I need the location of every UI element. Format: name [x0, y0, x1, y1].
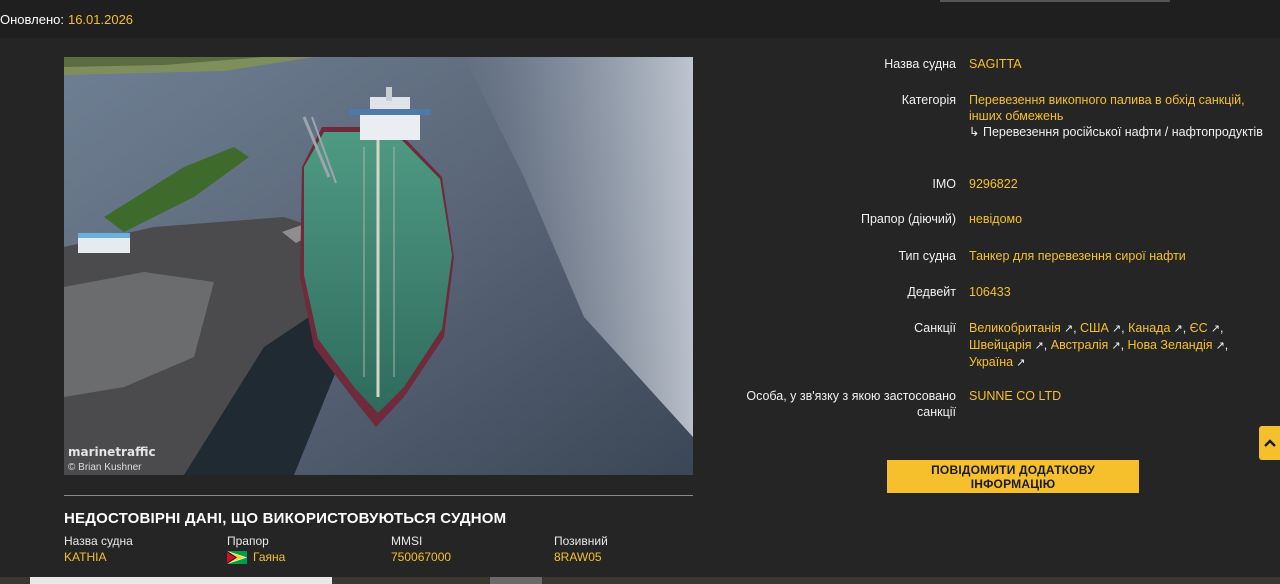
sanctioned-person-value[interactable]: SUNNE CO LTD: [969, 388, 1269, 404]
sanctions-list: Великобританія ↗, США ↗, Канада ↗, ЄС ↗,…: [969, 321, 1229, 369]
sanction-link-ukraine[interactable]: Україна: [969, 355, 1013, 369]
category-value-wrap: Перевезення викопного палива в обхід сан…: [969, 92, 1269, 140]
sanction-link-uk[interactable]: Великобританія: [969, 321, 1061, 335]
updated-date: 16.01.2026: [67, 11, 134, 27]
vessel-name-value: SAGITTA: [969, 57, 1022, 71]
imo-label: IMO: [932, 177, 956, 191]
flag-value: невідомо: [969, 212, 1023, 226]
unreliable-name-label: Назва судна: [64, 534, 133, 548]
subcategory[interactable]: ↳ Перевезення російської нафти / нафтопр…: [969, 124, 1269, 140]
unreliable-name-value[interactable]: KATHIA: [64, 550, 133, 564]
unreliable-flag-value: Гаяна: [253, 550, 286, 564]
photo-credit: © Brian Kushner: [68, 462, 142, 473]
unreliable-callsign-value[interactable]: 8RAW05: [554, 550, 608, 564]
subcategory-value: Перевезення російської нафти / нафтопрод…: [982, 125, 1263, 139]
bottom-strip-gray-block: [490, 577, 542, 584]
deadweight-value: 106433: [969, 285, 1011, 299]
guyana-flag-icon: [227, 550, 247, 564]
external-link-icon: ↗: [1108, 340, 1121, 352]
vessel-card: marinetraffic © Brian Kushner НЕДОСТОВІР…: [0, 38, 1280, 584]
scroll-top-button[interactable]: [1259, 426, 1280, 460]
deadweight-label: Дедвейт: [907, 285, 956, 299]
vessel-photo[interactable]: marinetraffic © Brian Kushner: [64, 57, 693, 475]
report-info-button[interactable]: ПОВІДОМИТИ ДОДАТКОВУ ІНФОРМАЦІЮ: [887, 460, 1139, 493]
topbar-strip: [940, 0, 1170, 2]
subcategory-arrow-icon: ↳: [969, 125, 980, 139]
unreliable-mmsi-label: MMSI: [391, 534, 423, 548]
vessel-name-label: Назва судна: [884, 57, 956, 71]
unreliable-flag-value-wrap[interactable]: Гаяна: [227, 550, 285, 564]
external-link-icon: ↗: [1060, 323, 1074, 335]
section-divider: [64, 495, 693, 496]
sanction-link-canada[interactable]: Канада: [1128, 321, 1170, 335]
tanker-illustration: [64, 57, 693, 475]
sanction-link-eu[interactable]: ЄС: [1190, 321, 1208, 335]
sanction-link-us[interactable]: США: [1080, 321, 1109, 335]
external-link-icon: ↗: [1170, 323, 1183, 335]
unreliable-mmsi: MMSI 750067000: [391, 534, 451, 564]
unreliable-callsign-label: Позивний: [554, 534, 608, 548]
vessel-type-value[interactable]: Танкер для перевезення сирої нафти: [969, 248, 1269, 264]
chevron-up-icon: [1264, 439, 1276, 447]
bottom-strip: [0, 577, 1280, 584]
updated-bar: Оновлено: 16.01.2026: [0, 0, 1280, 38]
unreliable-callsign: Позивний 8RAW05: [554, 534, 608, 564]
external-link-icon: ↗: [1212, 340, 1225, 352]
external-link-icon: ↗: [1207, 323, 1220, 335]
unreliable-data-grid: Назва судна KATHIA Прапор Гаяна MMSI 750…: [64, 534, 704, 568]
unreliable-flag: Прапор Гаяна: [227, 534, 285, 564]
category-label: Категорія: [901, 93, 956, 107]
photo-watermark: marinetraffic: [68, 445, 156, 459]
unreliable-name: Назва судна KATHIA: [64, 534, 133, 564]
external-link-icon: ↗: [1013, 357, 1026, 369]
unreliable-flag-label: Прапор: [227, 534, 269, 548]
sanctioned-person-label: Особа, у зв'язку з якою застосовано санк…: [746, 389, 956, 419]
vessel-type-label: Тип судна: [898, 249, 956, 263]
unreliable-mmsi-value[interactable]: 750067000: [391, 550, 451, 564]
category-value[interactable]: Перевезення викопного палива в обхід сан…: [969, 92, 1269, 124]
external-link-icon: ↗: [1108, 323, 1122, 335]
sanction-link-new-zealand[interactable]: Нова Зеландія: [1128, 338, 1213, 352]
external-link-icon: ↗: [1031, 340, 1044, 352]
imo-value: 9296822: [969, 177, 1018, 191]
unreliable-data-title: НЕДОСТОВІРНІ ДАНІ, ЩО ВИКОРИСТОВУЮТЬСЯ С…: [64, 510, 507, 527]
sanction-link-australia[interactable]: Австралія: [1051, 338, 1109, 352]
sanctions-label: Санкції: [914, 321, 956, 335]
flag-label: Прапор (діючий): [860, 212, 956, 226]
sanction-link-switzerland[interactable]: Швейцарія: [969, 338, 1032, 352]
bottom-strip-light-block: [30, 577, 332, 584]
updated-label: Оновлено:: [0, 11, 64, 27]
